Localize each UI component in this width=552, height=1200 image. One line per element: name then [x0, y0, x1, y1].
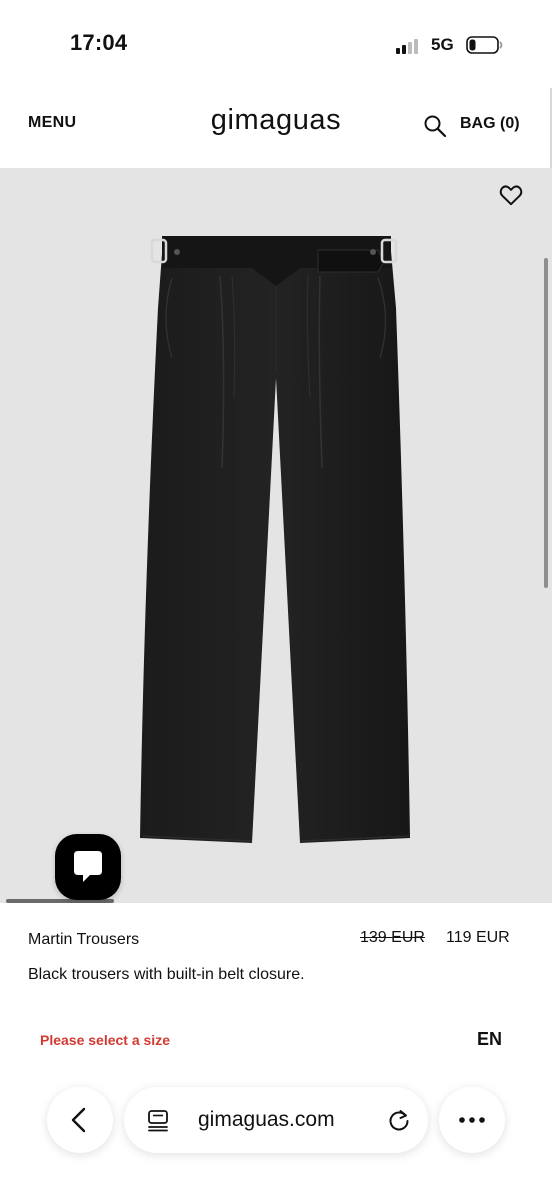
scrollbar[interactable]	[544, 258, 548, 588]
chevron-left-icon	[71, 1107, 86, 1133]
heart-icon[interactable]	[498, 182, 524, 208]
product-info: Martin Trousers 139 EUR 119 EUR Black tr…	[0, 903, 552, 1073]
back-button[interactable]	[47, 1087, 113, 1153]
search-icon[interactable]	[423, 114, 447, 138]
ellipsis-icon	[459, 1117, 485, 1123]
chat-bubble-icon	[74, 851, 102, 882]
chat-widget-button[interactable]	[55, 834, 121, 900]
product-name: Martin Trousers	[28, 931, 140, 948]
status-time: 17:04	[70, 30, 128, 55]
product-gallery[interactable]	[0, 168, 552, 903]
price-sale: 119 EUR	[446, 929, 510, 946]
more-options-button[interactable]	[439, 1087, 505, 1153]
size-warning: Please select a size	[40, 1032, 170, 1048]
browser-toolbar: gimaguas.com	[0, 1073, 552, 1200]
page-menu-icon[interactable]	[146, 1108, 170, 1132]
bag-button[interactable]: BAG (0)	[460, 115, 520, 133]
cellular-signal-icon	[396, 38, 424, 54]
url-text[interactable]: gimaguas.com	[198, 1108, 335, 1132]
price-original: 139 EUR	[360, 929, 425, 946]
address-bar[interactable]: gimaguas.com	[124, 1087, 428, 1153]
reload-icon[interactable]	[386, 1107, 412, 1133]
product-description: Black trousers with built-in belt closur…	[28, 966, 305, 983]
battery-icon	[466, 35, 504, 55]
site-header: MENU gimaguas BAG (0)	[0, 88, 552, 168]
product-image[interactable]	[0, 168, 552, 903]
network-type: 5G	[431, 35, 454, 54]
status-bar: 17:04 5G	[0, 0, 552, 88]
language-switcher[interactable]: EN	[477, 1029, 502, 1050]
